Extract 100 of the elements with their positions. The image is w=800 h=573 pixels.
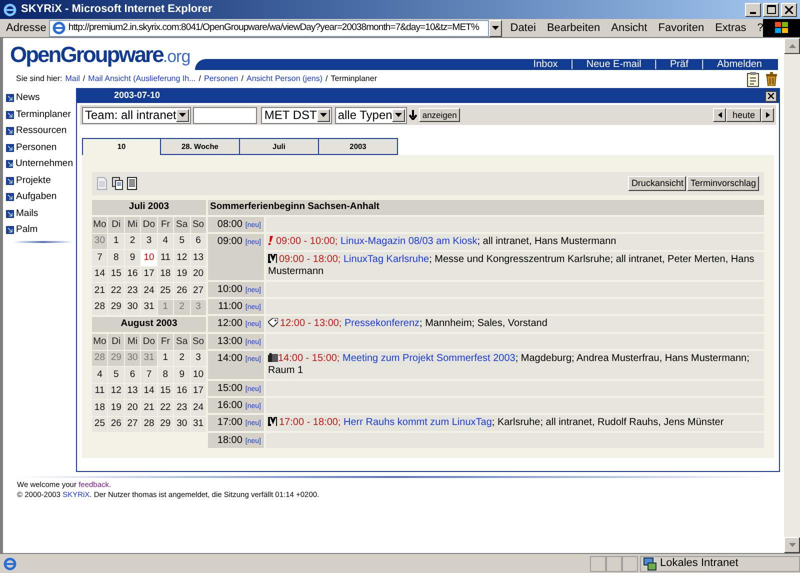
breadcrumb-link[interactable]: Mail Ansicht (Auslieferung Ih... [88,73,196,85]
type-select[interactable]: alle Typen [334,106,408,124]
timezone-select[interactable]: MET DST [261,106,332,124]
sidebar-item[interactable]: Mails [3,206,73,222]
day-cell[interactable]: 28 [141,416,157,432]
clipboard-icon[interactable] [747,72,759,86]
day-cell[interactable]: 16 [174,384,190,399]
day-cell[interactable]: 27 [190,283,206,298]
show-button[interactable]: anzeigen [419,108,460,122]
day-cell[interactable]: 21 [141,400,157,416]
day-cell[interactable]: 20 [190,266,206,282]
day-cell[interactable]: 19 [108,400,124,416]
day-cell[interactable]: 30 [174,416,190,432]
day-cell[interactable]: 29 [108,300,124,315]
day-cell[interactable]: 6 [124,367,140,382]
team-select[interactable]: Team: all intranet [82,106,192,124]
menu-item[interactable]: Extras [715,20,746,36]
day-cell[interactable]: 12 [108,384,124,399]
appointment-link[interactable]: Herr Rauhs kommt zum LinuxTag [344,417,492,428]
appointment-link[interactable]: Pressekonferenz [344,318,420,329]
menu-item[interactable]: Bearbeiten [546,20,600,36]
day-cell[interactable]: 2 [124,234,140,249]
day-cell[interactable]: 4 [92,367,108,382]
breadcrumb-link[interactable]: Mail [65,73,80,85]
day-cell[interactable]: 16 [124,266,140,282]
sidebar-item[interactable]: Palm [3,222,73,238]
day-cell[interactable]: 12 [174,250,190,266]
search-field[interactable] [193,106,258,124]
day-cell[interactable]: 6 [190,234,206,249]
day-cell[interactable]: 26 [174,283,190,298]
day-cell[interactable]: 25 [92,416,108,432]
menu-item[interactable]: Datei [510,20,536,36]
day-cell[interactable]: 14 [141,384,157,399]
day-cell[interactable]: 11 [92,384,108,399]
day-cell[interactable]: 7 [141,367,157,382]
trash-icon[interactable] [766,72,777,86]
action-button[interactable]: Terminvorschlag [687,176,759,191]
day-cell[interactable]: 8 [158,367,174,382]
day-cell[interactable]: 7 [92,250,108,266]
day-cell[interactable]: 4 [158,234,174,249]
day-cell[interactable]: 5 [108,367,124,382]
day-cell[interactable]: 13 [124,384,140,399]
sidebar-item[interactable]: Personen [3,140,73,156]
day-cell[interactable]: 27 [124,416,140,432]
copy-icon[interactable] [112,177,123,190]
day-cell[interactable]: 22 [108,283,124,298]
day-cell[interactable]: 3 [190,350,206,366]
day-cell[interactable]: 5 [174,234,190,249]
day-cell[interactable]: 22 [158,400,174,416]
day-cell[interactable]: 15 [108,266,124,282]
day-cell[interactable]: 23 [124,283,140,298]
address-field[interactable]: http://premium2.in.skyrix.com:8041/OpenGroupware/wa/viewDay?year=20038month=7&day=10&tz=MET% [49,20,489,36]
top-nav-link[interactable]: Abmelden [716,57,762,72]
day-cell[interactable]: 18 [92,400,108,416]
day-cell[interactable]: 9 [124,250,140,266]
day-cell[interactable]: 18 [158,266,174,282]
sidebar-item[interactable]: Projekte [3,172,73,189]
sidebar-item[interactable]: Terminplaner [3,106,73,123]
menu-item[interactable]: Favoriten [658,20,704,36]
day-cell[interactable]: 28 [92,300,108,315]
day-cell[interactable]: 31 [141,300,157,315]
day-cell[interactable]: 19 [174,266,190,282]
day-cell[interactable]: 21 [92,283,108,298]
day-cell[interactable]: 31 [190,416,206,432]
top-nav-link[interactable]: Inbox [533,57,558,72]
day-cell[interactable]: 3 [141,234,157,249]
maximize-button[interactable] [763,2,779,16]
menu-item[interactable]: Ansicht [611,20,648,36]
day-cell[interactable]: 24 [141,283,157,298]
day-cell[interactable]: 2 [174,350,190,366]
sidebar-item[interactable]: Ressourcen [3,123,73,140]
top-nav-link[interactable]: Präf [670,57,688,72]
close-button[interactable] [765,90,777,102]
scrollbar[interactable] [784,38,800,553]
day-cell[interactable]: 10 [141,250,157,266]
day-cell[interactable]: 13 [190,250,206,266]
day-cell[interactable]: 20 [124,400,140,416]
day-cell[interactable]: 29 [158,416,174,432]
day-cell[interactable]: 25 [158,283,174,298]
previous-button[interactable] [713,108,726,122]
day-cell[interactable]: 9 [174,367,190,382]
day-cell[interactable]: 11 [158,250,174,266]
day-cell[interactable]: 10 [190,367,206,382]
day-cell[interactable]: 15 [158,384,174,399]
document-icon[interactable] [127,177,137,190]
breadcrumb-link[interactable]: Personen [204,73,238,85]
appointment-link[interactable]: LinuxTag Karlsruhe [344,254,430,265]
sidebar-item[interactable]: Aufgaben [3,189,73,206]
dropdown-button[interactable] [488,20,502,36]
day-cell[interactable]: 1 [108,234,124,249]
appointment-link[interactable]: Meeting zum Projekt Sommerfest 2003 [342,353,516,364]
appointment-link[interactable]: Linux-Magazin 08/03 am Kiosk [340,236,478,247]
today-button[interactable]: heute [726,108,761,122]
day-cell[interactable]: 8 [108,250,124,266]
action-button[interactable]: Druckansicht [628,176,686,191]
day-cell[interactable]: 23 [174,400,190,416]
sidebar-item[interactable]: Unternehmen [3,156,73,172]
day-cell[interactable]: 24 [190,400,206,416]
day-cell[interactable]: 14 [92,266,108,282]
breadcrumb-link[interactable]: Ansicht Person (jens) [246,73,323,85]
